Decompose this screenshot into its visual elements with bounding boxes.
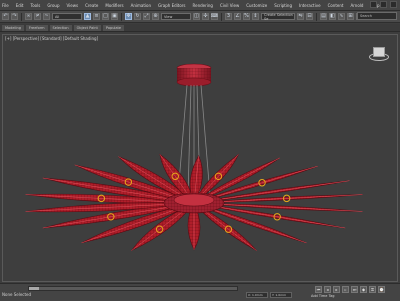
schematic-view-icon[interactable]: ⊞ (347, 13, 354, 20)
maximize-icon[interactable] (380, 1, 387, 8)
curve-editor-icon[interactable]: ∿ (338, 13, 345, 20)
x-coordinate-field[interactable]: X: 1.0mm (246, 292, 268, 298)
menu-tools[interactable]: Tools (30, 3, 40, 8)
toolbar-divider (21, 12, 22, 21)
bind-space-warp-icon[interactable]: ~ (43, 13, 50, 20)
placement-icon[interactable]: ⊕ (152, 13, 159, 20)
menu-views[interactable]: Views (67, 3, 79, 8)
menu-graph-editors[interactable]: Graph Editors (158, 3, 185, 8)
time-slider[interactable] (28, 286, 238, 291)
named-selection-sets-dropdown[interactable]: Create Selection Se (261, 13, 295, 21)
tab-object-paint[interactable]: Object Paint (73, 24, 101, 31)
time-configuration-icon[interactable]: ⌚ (378, 286, 385, 293)
align-icon[interactable]: ⊟ (306, 13, 313, 20)
menu-edit[interactable]: Edit (16, 3, 24, 8)
pivot-point-icon[interactable]: ◫ (193, 13, 200, 20)
toolbar-divider (221, 12, 222, 21)
time-slider-thumb[interactable] (29, 287, 39, 290)
toolbar-divider (316, 12, 317, 21)
window-controls (370, 1, 397, 8)
go-to-end-icon[interactable]: ⏭ (351, 286, 358, 293)
mirror-icon[interactable]: ⇋ (297, 13, 304, 20)
close-icon[interactable] (390, 1, 397, 8)
menu-animation[interactable]: Animation (131, 3, 151, 8)
selection-status: None Selected (2, 292, 32, 297)
perspective-viewport[interactable]: [+] [Perspective] [Standard] [Default Sh… (2, 34, 398, 282)
search-placeholder: Search (360, 14, 373, 18)
window-crossing-icon[interactable]: ▣ (111, 13, 118, 20)
select-by-name-icon[interactable]: ≡ (93, 13, 100, 20)
ceiling-canopy (176, 63, 212, 87)
chandelier-model[interactable] (3, 35, 398, 282)
menu-content[interactable]: Content (328, 3, 344, 8)
menu-group[interactable]: Group (47, 3, 59, 8)
tab-populate[interactable]: Populate (102, 24, 125, 31)
unlink-icon[interactable]: ≠ (34, 13, 41, 20)
spinner-snap-icon[interactable]: ⇕ (252, 13, 259, 20)
scene-explorer-icon[interactable]: ▤ (320, 13, 327, 20)
central-hub (163, 192, 225, 214)
toolbar-divider (121, 12, 122, 21)
layer-explorer-icon[interactable]: ◧ (329, 13, 336, 20)
reference-coordinate-dropdown[interactable]: View (161, 13, 191, 20)
select-manipulate-icon[interactable]: ✣ (202, 13, 209, 20)
minimize-icon[interactable] (370, 1, 377, 8)
angle-snap-icon[interactable]: ∠ (234, 13, 241, 20)
auto-key-icon[interactable]: ◆ (360, 286, 367, 293)
select-object-icon[interactable]: ▲ (84, 13, 91, 20)
menu-customize[interactable]: Customize (246, 3, 267, 8)
tab-modeling[interactable]: Modeling (2, 24, 24, 31)
menu-create[interactable]: Create (85, 3, 98, 8)
menu-interactive[interactable]: Interactive (299, 3, 321, 8)
add-time-tag-label[interactable]: Add Time Tag (311, 294, 335, 298)
main-toolbar: ↶ ↷ ∞ ≠ ~ All ▲ ≡ □ ▣ ✥ ↻ ⤢ ⊕ View ◫ ✣ ⌨… (0, 11, 400, 23)
rectangle-selection-icon[interactable]: □ (102, 13, 109, 20)
selection-filter-dropdown[interactable]: All (52, 13, 82, 20)
play-icon[interactable]: ▸ (333, 286, 340, 293)
set-key-icon[interactable]: ⚿ (369, 286, 376, 293)
move-icon[interactable]: ✥ (125, 13, 132, 20)
menu-civil-view[interactable]: Civil View (220, 3, 239, 8)
keyboard-shortcut-override-icon[interactable]: ⌨ (211, 13, 218, 20)
rotate-icon[interactable]: ↻ (134, 13, 141, 20)
previous-frame-icon[interactable]: ◂ (324, 286, 331, 293)
ribbon-bar: Modeling Freeform Selection Object Paint… (0, 24, 400, 32)
status-bar: None Selected X: 1.0mm Y: 1.0mm ⏮ ◂ ▸ ▹ … (0, 283, 400, 301)
scale-icon[interactable]: ⤢ (143, 13, 150, 20)
menu-scripting[interactable]: Scripting (274, 3, 292, 8)
tab-freeform[interactable]: Freeform (25, 24, 48, 31)
playback-controls: ⏮ ◂ ▸ ▹ ⏭ ◆ ⚿ ⌚ (315, 286, 385, 293)
menu-rendering[interactable]: Rendering (193, 3, 213, 8)
tab-selection[interactable]: Selection (49, 24, 72, 31)
search-field[interactable]: Search (357, 12, 397, 20)
percent-snap-icon[interactable]: % (243, 13, 250, 20)
go-to-start-icon[interactable]: ⏮ (315, 286, 322, 293)
menu-arnold[interactable]: Arnold (350, 3, 363, 8)
y-coordinate-field[interactable]: Y: 1.0mm (270, 292, 292, 298)
redo-icon[interactable]: ↷ (11, 13, 18, 20)
next-frame-icon[interactable]: ▹ (342, 286, 349, 293)
menu-file[interactable]: File (2, 3, 9, 8)
snaps-toggle-icon[interactable]: 3 (225, 13, 232, 20)
menu-modifiers[interactable]: Modifiers (105, 3, 123, 8)
link-icon[interactable]: ∞ (25, 13, 32, 20)
menu-bar: File Edit Tools Group Views Create Modif… (0, 0, 400, 11)
undo-icon[interactable]: ↶ (2, 13, 9, 20)
